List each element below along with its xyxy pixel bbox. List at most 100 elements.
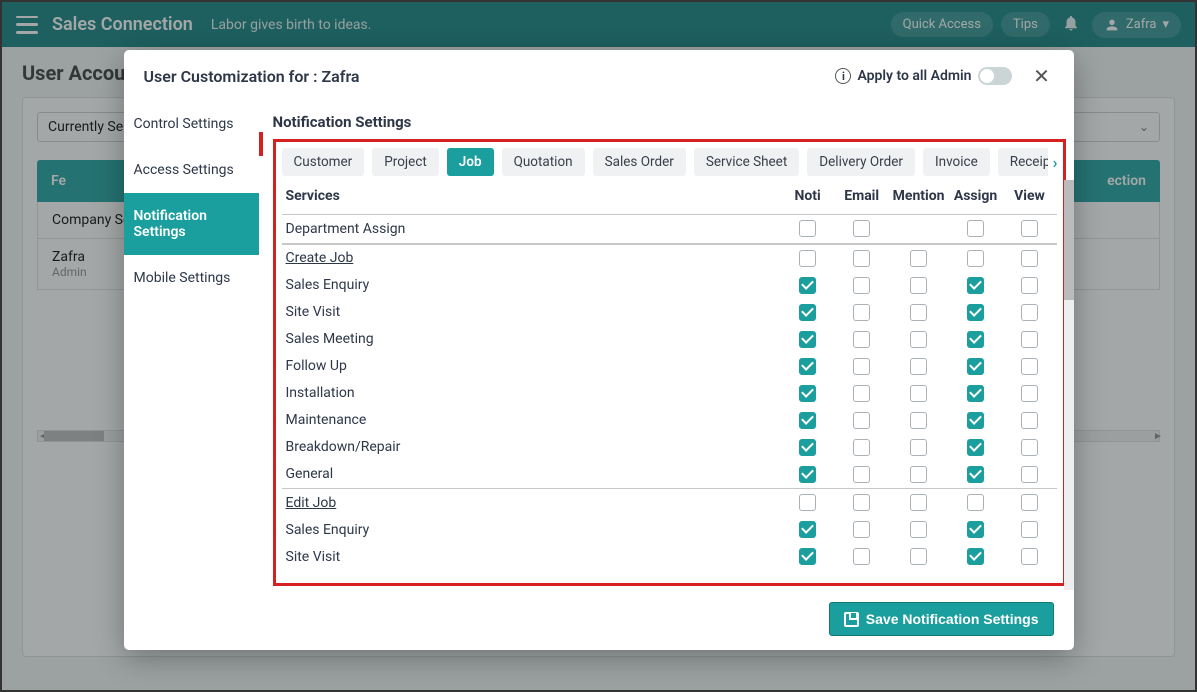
table-row: Sales Meeting xyxy=(282,326,1057,353)
section-header[interactable]: Create Job xyxy=(286,250,354,266)
checkbox[interactable] xyxy=(853,250,870,267)
checkbox[interactable] xyxy=(853,494,870,511)
checkbox[interactable] xyxy=(1021,412,1038,429)
checkbox[interactable] xyxy=(853,385,870,402)
checkbox[interactable] xyxy=(853,220,870,237)
checkbox[interactable] xyxy=(799,412,816,429)
table-row: Sales Enquiry xyxy=(282,516,1057,543)
tab-invoice[interactable]: Invoice xyxy=(923,148,990,176)
checkbox[interactable] xyxy=(967,304,984,321)
checkbox[interactable] xyxy=(799,358,816,375)
checkbox[interactable] xyxy=(967,331,984,348)
save-notification-settings-button[interactable]: Save Notification Settings xyxy=(829,602,1054,636)
service-label: Site Visit xyxy=(282,299,781,326)
checkbox[interactable] xyxy=(853,304,870,321)
section-header[interactable]: Edit Job xyxy=(286,495,337,511)
checkbox[interactable] xyxy=(910,304,927,321)
checkbox[interactable] xyxy=(853,358,870,375)
info-icon: i xyxy=(835,68,851,84)
checkbox[interactable] xyxy=(1021,466,1038,483)
checkbox[interactable] xyxy=(910,250,927,267)
tabs-scroll-right[interactable]: › xyxy=(1048,147,1063,177)
checkbox[interactable] xyxy=(799,439,816,456)
checkbox[interactable] xyxy=(799,466,816,483)
checkbox[interactable] xyxy=(967,548,984,565)
checkbox[interactable] xyxy=(967,358,984,375)
checkbox[interactable] xyxy=(853,521,870,538)
checkbox[interactable] xyxy=(910,439,927,456)
checkbox[interactable] xyxy=(1021,220,1038,237)
checkbox[interactable] xyxy=(1021,521,1038,538)
checkbox[interactable] xyxy=(1021,277,1038,294)
checkbox[interactable] xyxy=(1021,304,1038,321)
checkbox[interactable] xyxy=(1021,385,1038,402)
tab-project[interactable]: Project xyxy=(372,148,439,176)
checkbox[interactable] xyxy=(853,331,870,348)
checkbox[interactable] xyxy=(799,548,816,565)
column-header-email: Email xyxy=(835,182,889,215)
checkbox[interactable] xyxy=(910,494,927,511)
checkbox[interactable] xyxy=(910,331,927,348)
checkbox[interactable] xyxy=(799,385,816,402)
tab-sales-order[interactable]: Sales Order xyxy=(593,148,686,176)
notification-table-scroll[interactable]: ServicesNotiEmailMentionAssignView Depar… xyxy=(276,182,1063,583)
checkbox[interactable] xyxy=(967,220,984,237)
checkbox[interactable] xyxy=(1021,439,1038,456)
checkbox[interactable] xyxy=(910,385,927,402)
checkbox[interactable] xyxy=(853,466,870,483)
checkbox[interactable] xyxy=(853,439,870,456)
checkbox[interactable] xyxy=(853,277,870,294)
apply-to-all-admin-toggle[interactable]: i Apply to all Admin xyxy=(835,67,1011,85)
checkbox[interactable] xyxy=(910,548,927,565)
service-label: Maintenance xyxy=(282,407,781,434)
checkbox[interactable] xyxy=(910,521,927,538)
checkbox[interactable] xyxy=(799,494,816,511)
sidebar-item-notification-settings[interactable]: Notification Settings xyxy=(124,193,259,255)
checkbox[interactable] xyxy=(910,466,927,483)
checkbox[interactable] xyxy=(967,250,984,267)
checkbox[interactable] xyxy=(799,250,816,267)
table-row: General xyxy=(282,461,1057,488)
checkbox[interactable] xyxy=(853,412,870,429)
service-label: Breakdown/Repair xyxy=(282,434,781,461)
checkbox[interactable] xyxy=(853,548,870,565)
sidebar-item-mobile-settings[interactable]: Mobile Settings xyxy=(124,255,259,301)
checkbox[interactable] xyxy=(967,412,984,429)
checkbox[interactable] xyxy=(1021,331,1038,348)
checkbox[interactable] xyxy=(967,494,984,511)
modal-vertical-scrollbar[interactable] xyxy=(1064,180,1074,590)
checkbox[interactable] xyxy=(799,220,816,237)
checkbox[interactable] xyxy=(1021,494,1038,511)
tab-quotation[interactable]: Quotation xyxy=(502,148,585,176)
checkbox[interactable] xyxy=(799,277,816,294)
checkbox[interactable] xyxy=(910,277,927,294)
checkbox[interactable] xyxy=(799,304,816,321)
toggle[interactable] xyxy=(978,67,1012,85)
tab-customer[interactable]: Customer xyxy=(282,148,365,176)
checkbox[interactable] xyxy=(910,412,927,429)
sidebar-item-access-settings[interactable]: Access Settings xyxy=(124,147,259,193)
table-row: Installation xyxy=(282,380,1057,407)
checkbox[interactable] xyxy=(1021,358,1038,375)
sidebar-item-control-settings[interactable]: Control Settings xyxy=(124,101,259,147)
checkbox[interactable] xyxy=(967,466,984,483)
checkbox[interactable] xyxy=(1021,548,1038,565)
table-row: Site Visit xyxy=(282,543,1057,570)
column-header-noti: Noti xyxy=(781,182,835,215)
checkbox[interactable] xyxy=(799,521,816,538)
checkbox[interactable] xyxy=(967,439,984,456)
checkbox[interactable] xyxy=(967,521,984,538)
checkbox[interactable] xyxy=(1021,250,1038,267)
checkbox[interactable] xyxy=(799,331,816,348)
checkbox[interactable] xyxy=(967,277,984,294)
modal-sidebar: Control SettingsAccess SettingsNotificat… xyxy=(124,101,259,592)
tab-job[interactable]: Job xyxy=(447,148,494,176)
tab-delivery-order[interactable]: Delivery Order xyxy=(807,148,915,176)
checkbox[interactable] xyxy=(967,385,984,402)
tab-service-sheet[interactable]: Service Sheet xyxy=(694,148,799,176)
tabs-row: CustomerProject Job Quotation Sales Order Se… xyxy=(276,142,1063,182)
close-icon[interactable]: ✕ xyxy=(1030,64,1054,88)
checkbox[interactable] xyxy=(910,358,927,375)
service-label: General xyxy=(282,461,781,488)
modal-title: User Customization for : Zafra xyxy=(144,67,360,86)
